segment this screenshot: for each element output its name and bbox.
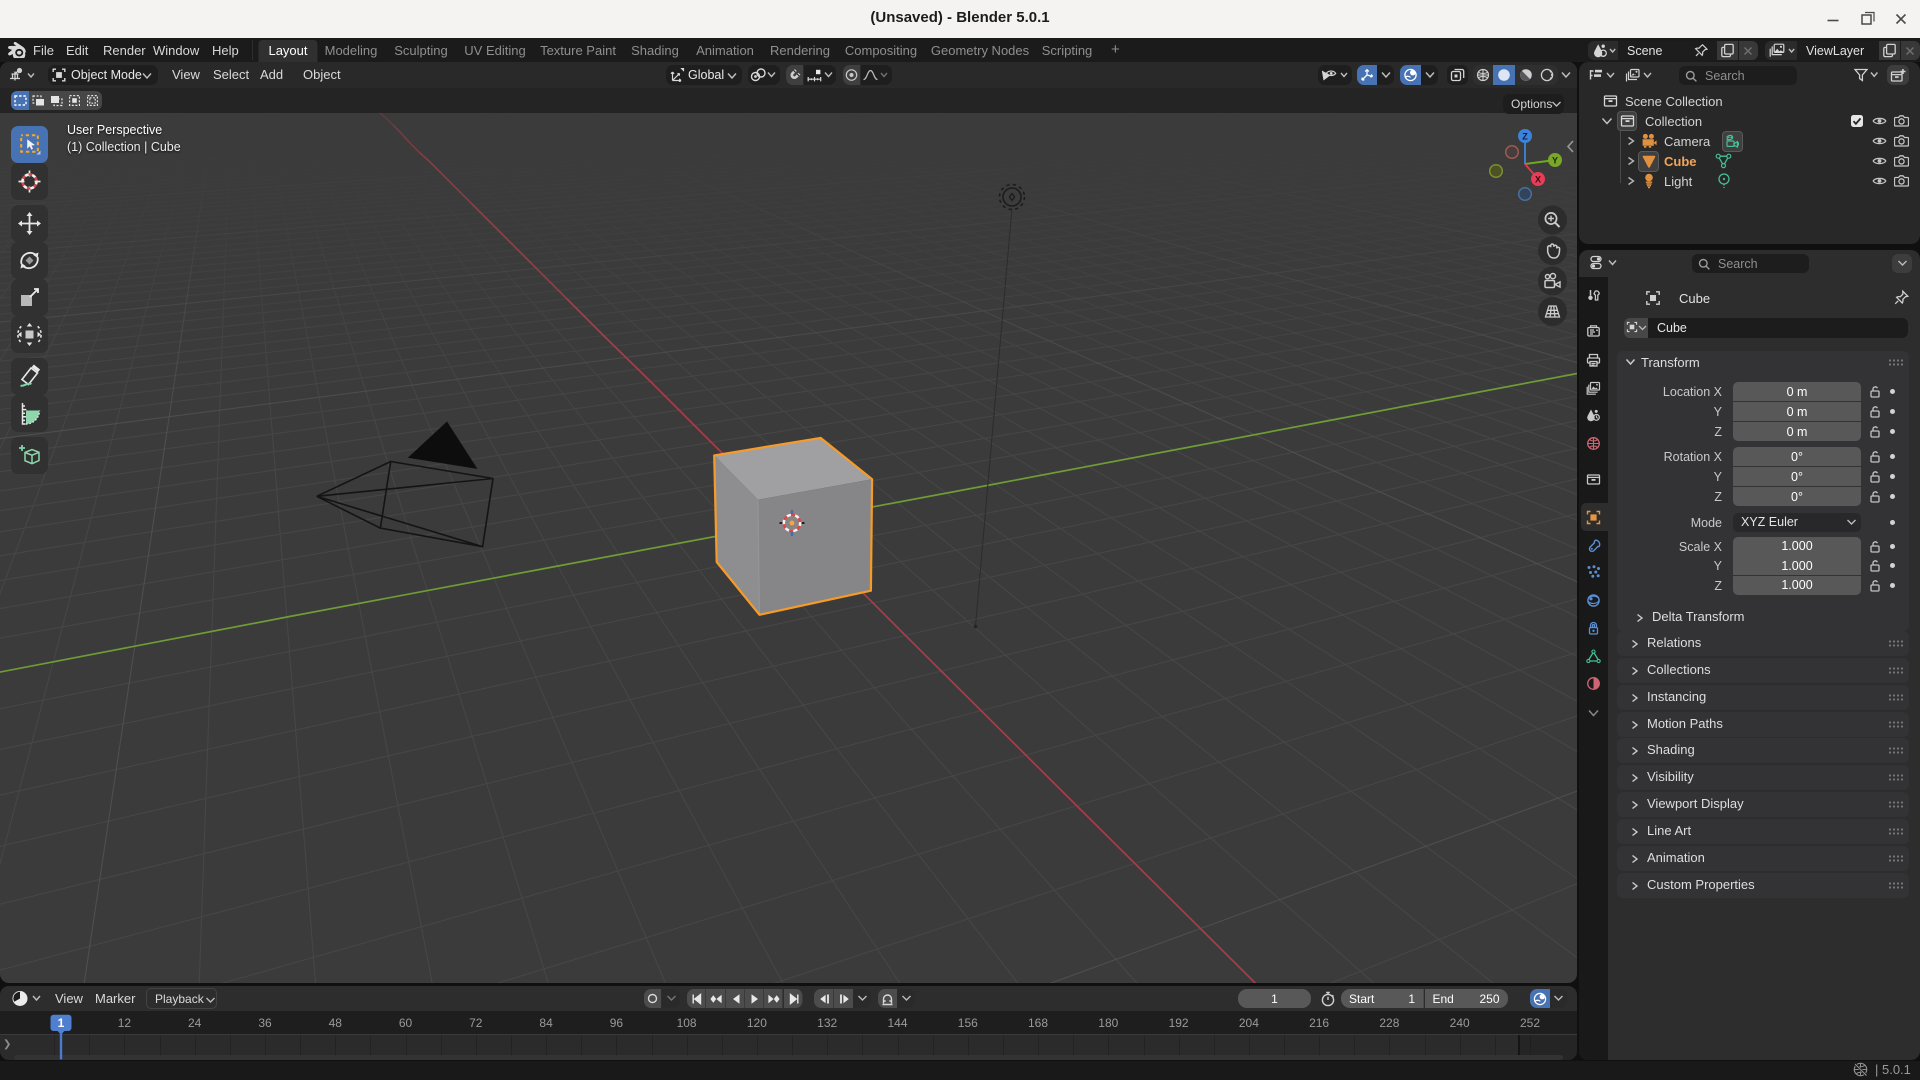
svg-text:1: 1	[58, 1016, 65, 1030]
svg-text:Y: Y	[1552, 155, 1558, 165]
svg-text:X: X	[1535, 174, 1541, 184]
svg-text:Z: Z	[1522, 131, 1528, 141]
